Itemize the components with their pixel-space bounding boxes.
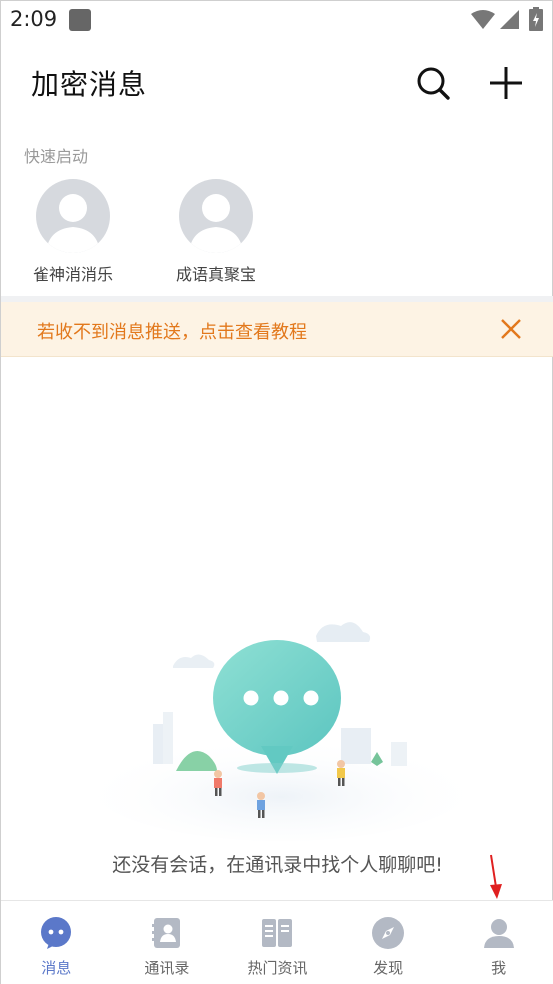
chat-bubble-icon [39, 916, 73, 950]
nav-tab-messages[interactable]: 消息 [1, 901, 112, 984]
status-bar: 2:09 [1, 1, 553, 39]
status-time: 2:09 [10, 7, 58, 31]
empty-state-text: 还没有会话，在通讯录中找个人聊聊吧! [112, 854, 443, 876]
quick-launch-title: 快速启动 [24, 147, 89, 166]
push-notice-text: 若收不到消息推送，点击查看教程 [37, 322, 307, 343]
contacts-icon [150, 916, 184, 950]
quick-launch-item[interactable]: 成语真聚宝 [161, 179, 271, 285]
nav-label: 通讯录 [144, 959, 190, 977]
signal-icon [500, 10, 520, 34]
header: 加密消息 [1, 51, 553, 115]
nav-tab-contacts[interactable]: 通讯录 [112, 901, 223, 984]
bottom-nav: 消息 通讯录 热门资讯 发现 我 [1, 900, 553, 984]
nav-tab-me[interactable]: 我 [443, 901, 553, 984]
quick-launch-label: 雀神消消乐 [32, 265, 113, 284]
page-title: 加密消息 [31, 68, 148, 101]
battery-icon [529, 7, 543, 35]
add-button[interactable] [488, 65, 524, 101]
person-icon [482, 916, 516, 950]
quick-launch-item[interactable]: 雀神消消乐 [18, 179, 128, 285]
nav-label: 消息 [41, 959, 72, 977]
nav-label: 发现 [373, 959, 404, 977]
nav-tab-news[interactable]: 热门资讯 [222, 901, 333, 984]
plus-icon [490, 67, 522, 99]
annotation-arrow-icon [485, 853, 505, 901]
avatar-placeholder-icon [36, 179, 110, 253]
nav-tab-discover[interactable]: 发现 [333, 901, 444, 984]
search-icon [417, 67, 450, 100]
nav-label: 我 [491, 959, 507, 977]
nav-label: 热门资讯 [247, 959, 308, 977]
close-icon[interactable] [497, 315, 525, 343]
avatar-placeholder-icon [179, 179, 253, 253]
search-button[interactable] [415, 65, 451, 101]
compass-icon [371, 916, 405, 950]
push-notice-banner[interactable]: 若收不到消息推送，点击查看教程 [1, 302, 553, 357]
wifi-icon [471, 10, 495, 34]
notification-app-icon [69, 9, 91, 31]
empty-chat-illustration [91, 606, 471, 841]
app-frame: 2:09 加密消息 快速启动 雀神消消乐 成语真聚宝 若收不到消息推送，点击查看… [0, 0, 553, 984]
quick-launch-label: 成语真聚宝 [175, 265, 256, 284]
book-icon [260, 916, 294, 950]
